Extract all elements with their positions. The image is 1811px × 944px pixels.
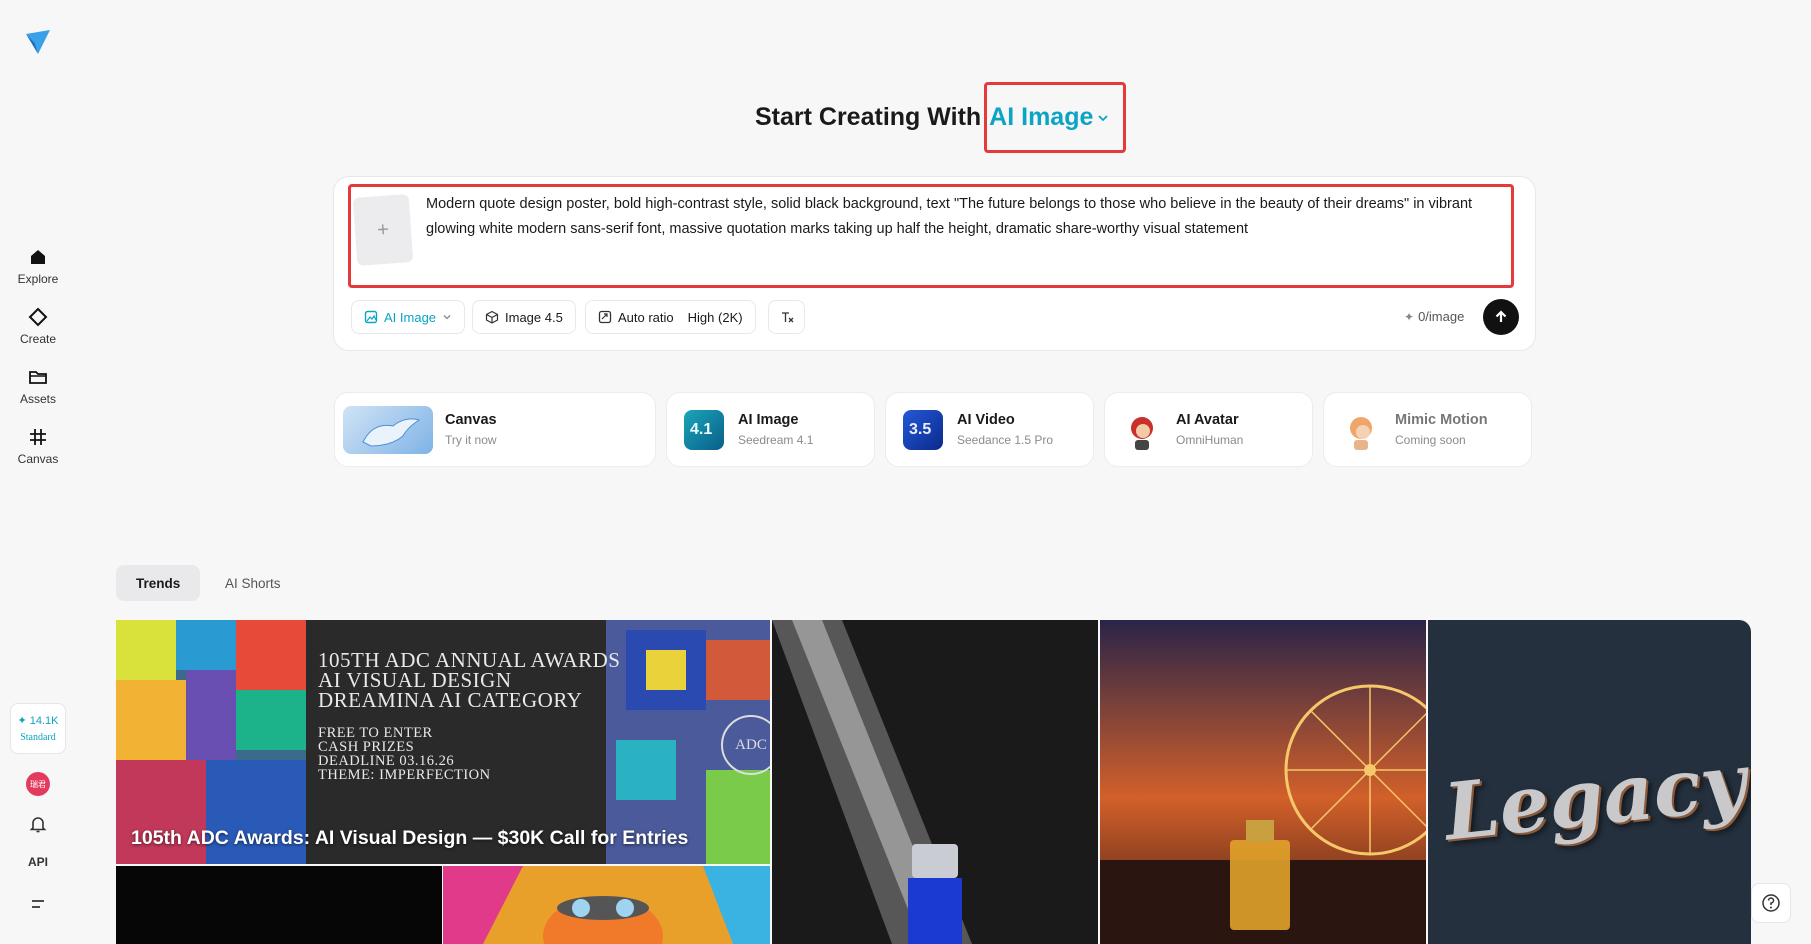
gallery-tile-adc-awards[interactable]: 105TH ADC ANNUAL AWARDS AI VISUAL DESIGN… bbox=[116, 620, 770, 864]
credits-badge[interactable]: ✦ 14.1K Standard bbox=[10, 703, 66, 754]
cube-icon bbox=[485, 310, 499, 324]
text-format-icon bbox=[781, 312, 793, 323]
badge-text: 4.1 bbox=[690, 420, 713, 438]
grid-icon bbox=[30, 428, 46, 445]
feature-subtitle: Seedance 1.5 Pro bbox=[957, 433, 1054, 447]
folder-icon bbox=[29, 370, 47, 384]
feature-subtitle: Seedream 4.1 bbox=[738, 433, 814, 447]
mimic-character-icon bbox=[1350, 416, 1372, 450]
feature-title: AI Image bbox=[738, 412, 799, 428]
tile-caption: 105th ADC Awards: AI Visual Design — $30… bbox=[131, 827, 689, 849]
sidebar-item-explore[interactable]: Explore bbox=[0, 236, 76, 296]
poster-detail: FREE TO ENTER bbox=[318, 725, 433, 741]
sparkle-icon: ✦ bbox=[1404, 309, 1415, 324]
feature-subtitle: Coming soon bbox=[1395, 433, 1466, 447]
tab-ai-shorts[interactable]: AI Shorts bbox=[205, 565, 301, 601]
model-label: Image 4.5 bbox=[505, 309, 563, 325]
sidebar-item-canvas[interactable]: Canvas bbox=[0, 416, 76, 476]
poster-detail: CASH PRIZES bbox=[318, 739, 415, 755]
feature-card-ai-image[interactable]: 4.1 AI Image Seedream 4.1 bbox=[666, 392, 875, 467]
avatar-thumbnail bbox=[1122, 409, 1162, 450]
gallery-tile-fair-perfume[interactable] bbox=[1100, 620, 1426, 944]
fair-artwork bbox=[1100, 620, 1426, 944]
model-selector[interactable]: Image 4.5 bbox=[472, 300, 576, 334]
feature-card-canvas[interactable]: Canvas Try it now bbox=[334, 392, 656, 467]
comic-cat-artwork bbox=[443, 866, 770, 944]
ratio-label: Auto ratio bbox=[618, 309, 674, 325]
bell-icon[interactable] bbox=[28, 814, 48, 834]
feature-title: Mimic Motion bbox=[1395, 412, 1488, 428]
feature-card-mimic-motion: Mimic Motion Coming soon bbox=[1323, 392, 1532, 467]
credits-tier: Standard bbox=[20, 732, 56, 743]
feature-card-ai-video[interactable]: 3.5 AI Video Seedance 1.5 Pro bbox=[885, 392, 1094, 467]
poster-detail: THEME: IMPERFECTION bbox=[318, 767, 491, 783]
api-link[interactable]: API bbox=[0, 855, 76, 869]
poster-line: DREAMINA AI CATEGORY bbox=[318, 688, 583, 712]
poster-line: AI VISUAL DESIGN bbox=[318, 668, 512, 692]
seedance-badge: 3.5 bbox=[903, 409, 943, 450]
sidebar: Explore Create Assets Canvas ✦ 14.1K Sta… bbox=[0, 0, 76, 944]
poster-detail: DEADLINE 03.16.26 bbox=[318, 753, 455, 769]
feature-title: AI Video bbox=[957, 412, 1015, 428]
cost-label: 0/image bbox=[1418, 309, 1465, 324]
mode-dropdown[interactable]: AI Image bbox=[351, 300, 466, 334]
arrow-up-icon bbox=[1495, 310, 1507, 322]
help-icon bbox=[1762, 894, 1780, 912]
sidebar-item-label: Create bbox=[19, 331, 57, 346]
sidebar-item-label: Canvas bbox=[17, 451, 59, 466]
help-button[interactable] bbox=[1751, 883, 1791, 923]
feature-subtitle: Try it now bbox=[445, 433, 497, 447]
spotlight-artwork bbox=[772, 620, 1098, 944]
cost-indicator: ✦ 0/image bbox=[1404, 309, 1464, 324]
menu-icon[interactable] bbox=[29, 895, 47, 913]
quality-label: High (2K) bbox=[687, 309, 743, 325]
highlight-box bbox=[348, 184, 1514, 288]
chevron-down-icon bbox=[443, 315, 451, 320]
gallery-tile-legacy[interactable]: Legacy bbox=[1428, 620, 1751, 944]
feature-card-ai-avatar[interactable]: AI Avatar OmniHuman bbox=[1104, 392, 1313, 467]
feature-title: AI Avatar bbox=[1176, 412, 1239, 428]
sidebar-nav: Explore Create Assets Canvas bbox=[0, 236, 76, 476]
tab-trends[interactable]: Trends bbox=[116, 565, 201, 601]
badge-text: 3.5 bbox=[909, 420, 932, 438]
highlight-box bbox=[984, 82, 1126, 153]
feature-title: Canvas bbox=[445, 412, 497, 428]
adc-poster-text: 105TH ADC ANNUAL AWARDS AI VISUAL DESIGN… bbox=[318, 648, 621, 783]
avatar-character-icon bbox=[1131, 416, 1153, 450]
mode-dropdown-label: AI Image bbox=[384, 309, 437, 325]
gallery-tile-black[interactable] bbox=[116, 866, 442, 944]
home-icon bbox=[31, 249, 45, 264]
credits-amount: ✦ 14.1K bbox=[17, 715, 59, 727]
sidebar-item-label: Explore bbox=[17, 271, 59, 286]
pegasus-icon bbox=[362, 417, 421, 447]
generate-button[interactable] bbox=[1483, 299, 1519, 335]
canvas-thumbnail bbox=[343, 405, 433, 454]
gallery-tile-spotlight-bottle[interactable] bbox=[772, 620, 1098, 944]
ratio-selector[interactable]: Auto ratio High (2K) bbox=[585, 300, 756, 334]
poster-line: 105TH ADC ANNUAL AWARDS bbox=[318, 648, 621, 672]
seedream-badge: 4.1 bbox=[684, 409, 724, 450]
image-icon bbox=[364, 310, 378, 324]
dreamina-logo-icon[interactable] bbox=[24, 28, 52, 56]
gallery-tile-comic-cat[interactable] bbox=[443, 866, 770, 944]
mimic-thumbnail bbox=[1341, 409, 1381, 450]
feature-subtitle: OmniHuman bbox=[1176, 433, 1244, 447]
diamond-icon bbox=[28, 307, 48, 326]
text-style-button[interactable] bbox=[768, 300, 805, 334]
sidebar-item-assets[interactable]: Assets bbox=[0, 356, 76, 416]
sidebar-item-label: Assets bbox=[19, 391, 56, 406]
sidebar-item-create[interactable]: Create bbox=[0, 296, 76, 356]
avatar[interactable]: 瑞君 bbox=[26, 772, 50, 796]
legacy-artwork-text: Legacy bbox=[1440, 736, 1751, 859]
ratio-icon bbox=[598, 310, 612, 324]
title-prefix: Start Creating With bbox=[755, 103, 982, 131]
